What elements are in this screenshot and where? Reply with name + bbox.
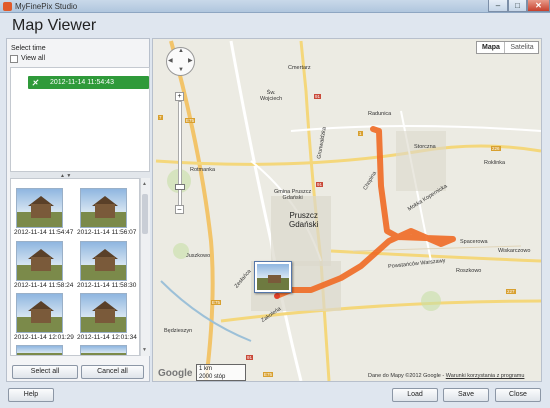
scroll-up-icon[interactable]: ▲ xyxy=(142,181,147,187)
pan-left-icon[interactable]: ◀ xyxy=(168,57,173,64)
map-label-place: Roszkowo xyxy=(456,268,482,274)
scrollbar-thumb[interactable] xyxy=(142,194,148,234)
minimize-button[interactable]: – xyxy=(488,0,508,12)
road-number-badge: 91 xyxy=(316,182,324,187)
road-number-badge: 226 xyxy=(491,146,501,151)
save-button[interactable]: Save xyxy=(443,388,489,402)
thumbnail[interactable] xyxy=(80,345,127,355)
app-title: MyFinePix Studio xyxy=(15,2,78,11)
thumbnail[interactable] xyxy=(16,293,63,333)
cancel-all-button[interactable]: Cancel all xyxy=(81,365,144,379)
thumbnail-pane[interactable]: 2012-11-14 11:54:47 2012-11-14 11:56:07 … xyxy=(10,178,140,356)
map-label-city: Pruszcz Gdański xyxy=(289,211,319,229)
thumbnail[interactable] xyxy=(80,293,127,333)
load-button[interactable]: Load xyxy=(392,388,438,402)
map-label-street: Storczna xyxy=(414,144,436,150)
photo-location-marker[interactable] xyxy=(254,261,292,293)
zoom-in-button[interactable]: + xyxy=(175,92,184,101)
pan-up-icon[interactable]: ▲ xyxy=(178,48,184,54)
thumbnail-caption: 2012-11-14 11:58:24 xyxy=(14,282,74,289)
select-all-button[interactable]: Select all xyxy=(12,365,78,379)
scroll-down-icon[interactable]: ▼ xyxy=(142,347,147,353)
terms-of-use-link[interactable]: Warunki korzystania z programu xyxy=(446,373,525,379)
road-number-badge: 227 xyxy=(506,289,516,294)
map-type-satelita-button[interactable]: Satelita xyxy=(506,42,538,53)
thumbnail[interactable] xyxy=(80,188,127,228)
select-time-label: Select time xyxy=(11,45,46,52)
map-label-place: Wiskarczowo xyxy=(498,248,531,254)
time-list-item[interactable]: 2012-11-14 11:54:43 xyxy=(28,76,149,89)
close-window-button[interactable]: ✕ xyxy=(527,0,550,12)
maximize-button[interactable]: □ xyxy=(508,0,527,12)
app-icon xyxy=(3,2,12,11)
map-label-street: Spacerowa xyxy=(460,239,488,245)
road-number-badge: E75 xyxy=(185,118,196,123)
zoom-out-button[interactable]: – xyxy=(175,205,184,214)
road-number-badge: 91 xyxy=(246,355,254,360)
zoom-slider-track[interactable] xyxy=(178,101,182,206)
map-label-place: Roklinka xyxy=(484,160,506,166)
window-titlebar: MyFinePix Studio – □ ✕ xyxy=(0,0,550,13)
thumbnail-caption: 2012-11-14 12:01:34 xyxy=(77,334,137,341)
map-label-place: Cmertarz xyxy=(288,65,311,71)
road-number-badge: E75 xyxy=(211,300,222,305)
road-number-badge: E75 xyxy=(263,372,274,377)
pan-down-icon[interactable]: ▼ xyxy=(178,67,184,73)
view-all-checkbox[interactable] xyxy=(10,55,18,63)
map-label-place: Św. Wojciech xyxy=(260,90,283,102)
google-logo: Google xyxy=(158,368,193,379)
gps-pin-icon xyxy=(32,79,39,86)
map-label-place: Będzieszyn xyxy=(164,328,193,334)
thumbnail[interactable] xyxy=(16,241,63,281)
map-background xyxy=(153,39,541,381)
close-button[interactable]: Close xyxy=(495,388,541,402)
map-canvas[interactable] xyxy=(152,38,542,382)
road-number-badge: 1 xyxy=(358,131,363,136)
map-label-place: Gmina Pruszcz Gdański xyxy=(274,189,312,201)
scale-km-label: 1 km xyxy=(199,366,213,372)
pan-right-icon[interactable]: ▶ xyxy=(188,57,193,64)
road-number-badge: 7 xyxy=(158,115,163,120)
thumbnail-caption: 2012-11-14 11:58:30 xyxy=(77,282,137,289)
thumbnail[interactable] xyxy=(16,345,63,355)
thumbnail-caption: 2012-11-14 12:01:29 xyxy=(14,334,74,341)
map-type-mapa-button[interactable]: Mapa xyxy=(478,42,505,53)
map-label-place: Juszkowo xyxy=(186,253,211,259)
thumbnail-caption: 2012-11-14 11:54:47 xyxy=(14,229,74,236)
road-number-badge: 91 xyxy=(314,94,322,99)
view-all-label[interactable]: View all xyxy=(21,55,45,62)
map-label-place: Radunica xyxy=(368,111,392,117)
map-attribution: Dane do Mapy ©2012 Google - Warunki korz… xyxy=(368,373,524,379)
zoom-slider-handle[interactable] xyxy=(175,184,185,190)
thumbnail-caption: 2012-11-14 11:56:07 xyxy=(77,229,137,236)
help-button[interactable]: Help xyxy=(8,388,54,402)
thumbnail[interactable] xyxy=(80,241,127,281)
scale-ft-label: 2000 stóp xyxy=(199,374,226,380)
page-title: Map Viewer xyxy=(12,17,97,34)
attribution-text: Dane do Mapy ©2012 Google - xyxy=(368,373,446,379)
thumbnail[interactable] xyxy=(16,188,63,228)
map-label-place: Rotmanka xyxy=(190,167,216,173)
